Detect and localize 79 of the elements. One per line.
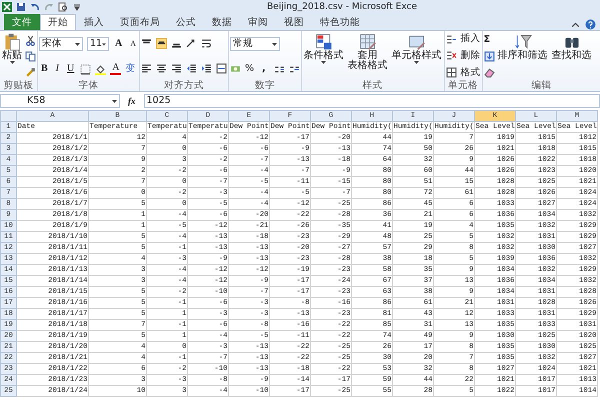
align-right-icon[interactable] [171,63,182,74]
caret-icon [10,61,14,64]
ribbon-tab[interactable]: 数据 [204,14,240,30]
fill-down-icon[interactable] [484,50,495,62]
caret-icon [112,100,117,102]
grow-font-button[interactable]: A [113,38,124,50]
ribbon-tab[interactable]: 公式 [168,14,204,30]
delete-rows-icon [446,50,457,62]
group-label: 单元格 [447,80,480,91]
cell-styles-button[interactable]: 单元格样式 [390,32,443,80]
decrease-indent-icon[interactable] [186,63,198,74]
align-middle-icon[interactable] [156,38,168,49]
group-label: 对齐方式 [163,80,206,91]
funnel-icon [514,33,532,51]
fill-color-icon[interactable] [95,64,106,74]
font-color-button[interactable]: A [110,63,122,75]
undo-icon[interactable] [30,2,40,12]
delete-button[interactable]: 删除 [446,50,481,62]
align-left-icon[interactable] [141,63,152,74]
file-menu-tab[interactable]: 文件 [4,14,40,30]
phonetic-button[interactable]: 变 [125,63,136,75]
insert-button[interactable]: 插入 [446,33,481,46]
paste-button[interactable]: 粘贴 [1,32,23,80]
format-as-table-button[interactable]: 套用 表格格式 [346,32,389,80]
borders-icon[interactable] [80,64,92,74]
caret-icon [75,42,80,46]
ribbon-tab[interactable]: 插入 [76,14,112,30]
window-title: Beijing_2018.csv - Microsoft Exce [266,1,418,14]
cell-grid-icon [446,67,457,78]
spreadsheet-app-icon[interactable] [2,2,12,12]
italic-button[interactable]: I [54,63,62,75]
conditional-formatting-button[interactable]: 条件格式 [302,32,345,80]
table-brush-icon [358,33,377,51]
copy-icon[interactable] [25,50,36,62]
group-label: 样式 [362,80,384,91]
caret-icon [321,61,326,64]
caret-icon [272,42,278,46]
formula-input[interactable]: 1025 [144,94,600,108]
customize-toolbar-icon[interactable] [72,2,82,12]
align-center-icon[interactable] [156,63,168,74]
conditional-grid-icon [314,33,333,51]
ribbon-tab[interactable]: 特色功能 [312,14,368,30]
find-select-button[interactable]: 查找和选 [550,32,593,80]
ribbon-tab[interactable]: 视图 [276,14,312,30]
increase-indent-icon[interactable] [201,63,212,74]
format-painter-icon[interactable] [25,66,36,78]
wrap-text-icon[interactable] [201,38,212,49]
group-label: 数字 [254,80,276,91]
insert-function-button[interactable]: fx [128,95,136,107]
merge-cells-icon[interactable] [216,63,228,74]
font-name-dropdown[interactable]: 宋体 [39,37,83,51]
scissors-icon[interactable] [25,34,36,46]
caret-icon [414,61,420,64]
save-icon[interactable] [16,2,26,12]
number-format-dropdown[interactable]: 常规 [230,37,280,51]
shrink-font-button[interactable]: A [128,38,138,50]
underline-button[interactable]: U [65,63,76,75]
help-icon[interactable] [585,19,596,30]
ribbon-tab[interactable]: 页面布局 [112,14,168,30]
comma-button[interactable]: , [258,63,270,75]
group-label: 编辑 [530,80,552,91]
autosum-button[interactable]: Σ [484,34,495,46]
group-label: 剪贴板 [2,80,34,91]
group-label: 字体 [78,80,100,91]
percent-button[interactable]: % [245,63,254,75]
format-button[interactable]: 格式 [446,66,481,79]
orientation-icon[interactable] [186,38,198,49]
print-preview-icon[interactable] [58,2,68,12]
name-box[interactable]: K58 [0,94,120,108]
insert-rows-icon [446,34,457,45]
clipboard-icon [3,33,21,51]
cell-brush-icon [408,33,426,51]
ribbon-tab[interactable]: 审阅 [240,14,276,30]
sort-filter-button[interactable]: 排序和筛选 [496,32,549,80]
bold-button[interactable]: B [39,63,50,75]
ribbon-tab[interactable]: 开始 [40,14,76,30]
font-size-dropdown[interactable]: 11 [87,37,109,51]
caret-icon [102,42,106,46]
eraser-icon[interactable] [484,66,495,78]
